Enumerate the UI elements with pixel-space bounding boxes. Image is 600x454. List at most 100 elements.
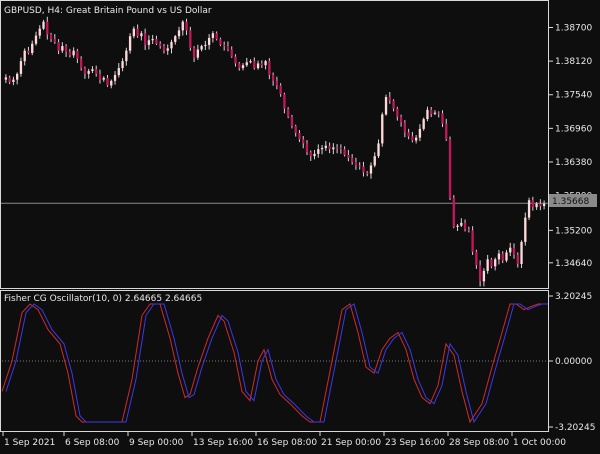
bull-candle <box>426 109 429 120</box>
bull-candle <box>256 63 260 69</box>
bear-candle <box>452 197 455 227</box>
bull-candle <box>177 30 181 37</box>
bear-candle <box>215 33 218 40</box>
symbol-title: GBPUSD, H4: Great Britain Pound vs US Do… <box>4 6 212 16</box>
bull-candle <box>12 79 15 82</box>
bull-candle <box>61 46 64 51</box>
bear-candle <box>403 122 407 133</box>
bear-candle <box>388 97 391 101</box>
bear-candle <box>136 28 139 37</box>
bull-candle <box>320 148 324 150</box>
bear-candle <box>366 172 369 174</box>
bull-candle <box>128 36 132 51</box>
bear-candle <box>339 148 343 150</box>
bear-candle <box>475 251 478 266</box>
bear-candle <box>354 161 358 166</box>
bear-candle <box>8 77 11 82</box>
bear-candle <box>95 69 98 74</box>
bull-candle <box>418 128 422 138</box>
bull-candle <box>324 145 327 149</box>
bull-candle <box>384 97 388 115</box>
bear-candle <box>162 46 166 51</box>
bull-candle <box>524 217 527 242</box>
price-tick-label: 1.35200 <box>555 226 592 236</box>
bull-candle <box>38 28 41 36</box>
bear-candle <box>467 229 471 231</box>
bear-candle <box>350 157 354 162</box>
bull-candle <box>19 61 23 74</box>
bear-candle <box>512 247 516 255</box>
bull-candle <box>313 153 316 157</box>
bull-candle <box>245 62 248 66</box>
bull-candle <box>535 203 538 208</box>
time-axis: 1 Sep 2021 6 Sep 08:00 9 Sep 00:00 13 Sep 1… <box>2 432 566 448</box>
bull-candle <box>181 21 184 31</box>
bull-candle <box>460 222 463 226</box>
bear-candle <box>106 77 109 86</box>
bull-candle <box>381 114 384 144</box>
indicator-panel-border <box>0 290 549 432</box>
bull-candle <box>241 65 245 69</box>
bear-candle <box>441 113 444 124</box>
bull-candle <box>264 61 267 66</box>
bull-candle <box>174 36 177 42</box>
bear-candle <box>411 136 414 141</box>
bear-candle <box>143 33 147 45</box>
bull-candle <box>207 37 211 45</box>
bear-candle <box>478 265 482 282</box>
bear-candle <box>501 253 504 261</box>
bull-candle <box>140 33 143 37</box>
bear-candle <box>490 259 493 267</box>
bear-candle <box>238 63 241 69</box>
bear-candle <box>76 50 79 59</box>
chart-canvas[interactable]: 1.387001.381201.375401.369601.363801.358… <box>0 0 600 450</box>
bull-candle <box>4 77 8 80</box>
bear-candle <box>53 39 56 42</box>
bull-candle <box>527 200 531 218</box>
price-tick-label: 1.38120 <box>555 57 592 67</box>
bear-candle <box>302 139 305 144</box>
bull-candle <box>117 68 120 76</box>
price-panel-border <box>0 0 549 289</box>
oscillator-layer <box>1 303 548 424</box>
bull-candle <box>102 77 105 80</box>
bull-candle <box>249 61 252 63</box>
bull-candle <box>110 80 113 86</box>
bear-candle <box>275 80 279 86</box>
bear-candle <box>463 222 467 230</box>
bear-candle <box>189 30 192 48</box>
bull-candle <box>16 73 19 80</box>
bull-candle <box>422 119 425 129</box>
bear-candle <box>79 58 83 69</box>
bull-candle <box>42 21 45 29</box>
price-tick-label: 1.36960 <box>555 124 592 134</box>
bear-candle <box>287 108 290 117</box>
bull-candle <box>369 165 373 174</box>
bull-candle <box>520 241 523 264</box>
bull-candle <box>486 259 489 271</box>
bear-candle <box>298 132 301 140</box>
bear-candle <box>234 56 237 64</box>
bear-candle <box>271 75 275 81</box>
time-tick-label: 1 Sep 2021 <box>4 438 55 448</box>
time-tick-label: 21 Sep 00:00 <box>321 438 381 448</box>
bear-candle <box>279 85 282 95</box>
bull-candle <box>509 247 512 253</box>
bull-candle <box>200 46 203 50</box>
bear-candle <box>83 68 87 74</box>
price-tick-label: 1.37540 <box>555 91 592 101</box>
bull-candle <box>317 149 320 154</box>
bear-candle <box>219 39 222 45</box>
bear-candle <box>335 147 339 149</box>
bear-candle <box>362 166 365 173</box>
bull-candle <box>87 70 90 74</box>
bull-candle <box>151 39 154 41</box>
bear-candle <box>539 203 542 207</box>
bull-candle <box>211 33 215 38</box>
bear-candle <box>253 61 256 69</box>
indicator-tick-label: -3.20245 <box>555 423 595 433</box>
bear-candle <box>343 149 346 156</box>
bear-candle <box>223 44 226 47</box>
indicator-axis: 3.20245 0.00000 -3.20245 <box>549 292 595 433</box>
price-tick-label: 1.36380 <box>555 158 592 168</box>
